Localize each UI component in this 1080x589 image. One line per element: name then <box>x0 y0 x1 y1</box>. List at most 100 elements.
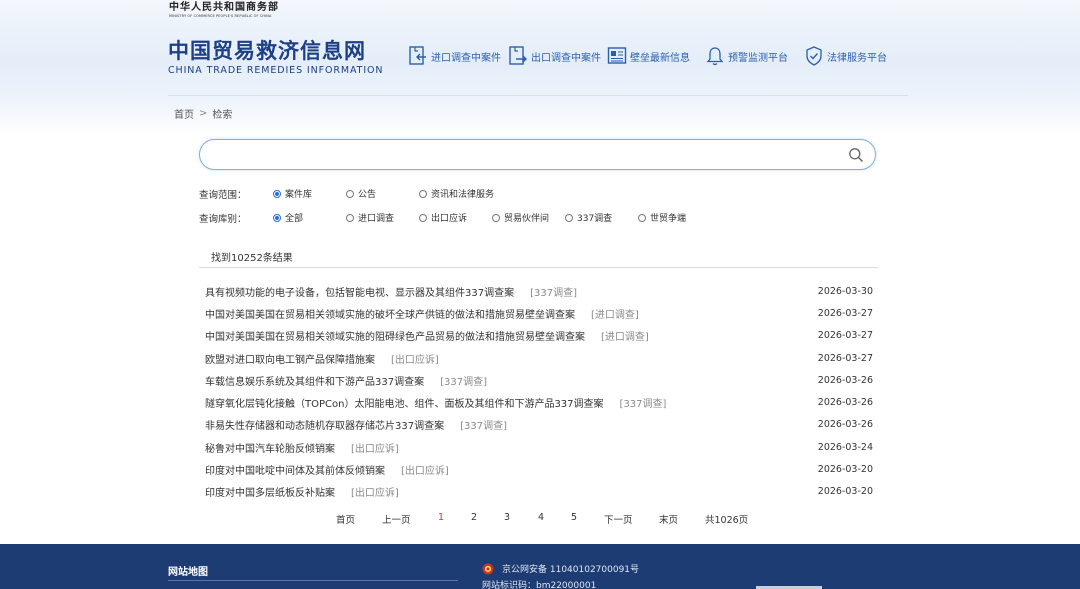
search-icon[interactable] <box>848 147 864 163</box>
category-option-wto[interactable]: 世贸争端 <box>638 211 686 224</box>
result-title[interactable]: 中国对美国美国在贸易相关领域实施的阻碍绿色产品贸易的做法和措施贸易壁垒调查案 <box>205 328 585 343</box>
category-label: 查询库别： <box>199 214 247 225</box>
site-logo-cn: 中国贸易救济信息网 <box>168 39 366 63</box>
radio[interactable] <box>419 213 427 222</box>
category-option-337[interactable]: 337调查 <box>565 211 612 224</box>
result-title[interactable]: 欧盟对进口取向电工钢产品保障措施案 <box>205 351 375 366</box>
police-record-text: 京公网安备 11040102700091号 <box>502 565 640 575</box>
pagination: 首页 上一页 1 2 3 4 5 下一页 末页 共1026页 <box>0 512 1080 526</box>
search-input[interactable] <box>214 145 834 165</box>
result-row[interactable]: 非易失性存储器和动态随机存取器存储芯片337调查案 [337调查] 2026-0… <box>205 414 873 436</box>
page-4[interactable]: 4 <box>538 512 544 523</box>
scope-option-label: 案件库 <box>285 190 313 200</box>
barrier-news-icon <box>607 47 627 64</box>
result-tag: [出口应诉] <box>391 354 439 366</box>
category-option-import[interactable]: 进口调查 <box>346 211 394 224</box>
result-list: 具有视频功能的电子设备，包括智能电视、显示器及其组件337调查案 [337调查]… <box>205 280 873 503</box>
result-count: 找到10252条结果 <box>211 253 293 264</box>
header-divider <box>168 95 908 96</box>
shield-check-icon <box>806 46 822 66</box>
result-title[interactable]: 隧穿氧化层钝化接触（TOPCon）太阳能电池、组件、面板及其组件和下游产品337… <box>205 395 604 410</box>
result-row[interactable]: 秘鲁对中国汽车轮胎反倾销案 [出口应诉] 2026-03-24 <box>205 436 873 458</box>
scope-label: 查询范围： <box>199 190 247 201</box>
category-option-label: 贸易伙伴间 <box>504 214 550 224</box>
footer-divider <box>168 580 458 581</box>
nav-legal-platform-label: 法律服务平台 <box>827 52 887 64</box>
site-id: 网站标识码：bm22000001 <box>482 581 597 589</box>
result-title[interactable]: 印度对中国多层纸板反补贴案 <box>205 484 335 499</box>
category-option-label: 出口应诉 <box>431 214 468 224</box>
page-2[interactable]: 2 <box>471 512 477 523</box>
page-total: 共1026页 <box>705 515 749 526</box>
ministry-logo[interactable]: 中华人民共和国商务部 MINISTRY OF COMMERCE PEOPLE'S… <box>169 2 289 19</box>
category-option-label: 全部 <box>285 214 304 224</box>
scope-option-notices[interactable]: 公告 <box>346 187 376 200</box>
category-option-label: 进口调查 <box>358 214 395 224</box>
result-title[interactable]: 具有视频功能的电子设备，包括智能电视、显示器及其组件337调查案 <box>205 284 514 299</box>
site-map-title[interactable]: 网站地图 <box>168 563 208 578</box>
nav-import-cases[interactable]: 进口调查中案件 <box>408 44 501 68</box>
nav-legal-platform[interactable]: 法律服务平台 <box>804 44 887 68</box>
nav-warning-platform[interactable]: 预警监测平台 <box>705 44 788 68</box>
page-next[interactable]: 下一页 <box>604 512 633 526</box>
radio[interactable] <box>638 213 646 222</box>
category-option-all[interactable]: 全部 <box>273 211 303 224</box>
radio[interactable] <box>346 213 354 222</box>
site-logo[interactable]: 中国贸易救济信息网 CHINA TRADE REMEDIES INFORMATI… <box>168 38 383 77</box>
result-tag: [337调查] <box>460 421 507 433</box>
breadcrumb-home[interactable]: 首页 <box>174 106 194 121</box>
result-row[interactable]: 隧穿氧化层钝化接触（TOPCon）太阳能电池、组件、面板及其组件和下游产品337… <box>205 391 873 413</box>
police-record[interactable]: 京公网安备 11040102700091号 <box>482 562 639 575</box>
result-row[interactable]: 印度对中国吡啶中间体及其前体反倾销案 [出口应诉] 2026-03-20 <box>205 458 873 480</box>
radio[interactable] <box>565 213 573 222</box>
category-option-label: 337调查 <box>577 214 613 224</box>
page-prev[interactable]: 上一页 <box>382 512 411 526</box>
result-row[interactable]: 中国对美国美国在贸易相关领域实施的破坏全球产供链的做法和措施贸易壁垒调查案 [进… <box>205 302 873 324</box>
nav-barrier-news[interactable]: 壁垒最新信息 <box>607 44 690 68</box>
scope-option-cases[interactable]: 案件库 <box>273 187 312 200</box>
page-1[interactable]: 1 <box>438 512 444 523</box>
breadcrumb: 首页 > 检索 <box>174 106 232 121</box>
result-tag: [进口调查] <box>601 332 649 344</box>
result-row[interactable]: 印度对中国多层纸板反补贴案 [出口应诉] 2026-03-20 <box>205 481 873 503</box>
result-title[interactable]: 非易失性存储器和动态随机存取器存储芯片337调查案 <box>205 417 444 432</box>
result-date: 2026-03-26 <box>817 397 873 409</box>
result-row[interactable]: 车载信息娱乐系统及其组件和下游产品337调查案 [337调查] 2026-03-… <box>205 369 873 391</box>
radio-checked[interactable] <box>273 189 281 198</box>
nav-export-cases-label: 出口调查中案件 <box>531 52 601 64</box>
page-3[interactable]: 3 <box>504 512 510 523</box>
page-last[interactable]: 末页 <box>659 512 678 526</box>
nav-warning-platform-label: 预警监测平台 <box>728 52 788 64</box>
scope-option-news-legal[interactable]: 资讯和法律服务 <box>419 187 494 200</box>
result-date: 2026-03-20 <box>817 486 873 498</box>
result-date: 2026-03-24 <box>817 441 873 453</box>
result-title[interactable]: 秘鲁对中国汽车轮胎反倾销案 <box>205 440 335 455</box>
result-row[interactable]: 具有视频功能的电子设备，包括智能电视、显示器及其组件337调查案 [337调查]… <box>205 280 873 302</box>
result-row[interactable]: 欧盟对进口取向电工钢产品保障措施案 [出口应诉] 2026-03-27 <box>205 347 873 369</box>
result-date: 2026-03-27 <box>817 352 873 364</box>
bell-icon <box>706 47 724 66</box>
export-case-icon <box>509 46 527 65</box>
radio[interactable] <box>492 213 500 222</box>
page-first[interactable]: 首页 <box>336 512 355 526</box>
radio[interactable] <box>346 189 354 198</box>
result-title[interactable]: 车载信息娱乐系统及其组件和下游产品337调查案 <box>205 373 424 388</box>
category-option-export[interactable]: 出口应诉 <box>419 211 467 224</box>
result-date: 2026-03-20 <box>817 464 873 476</box>
radio-checked[interactable] <box>273 213 281 222</box>
ministry-name-cn: 中华人民共和国商务部 <box>169 2 279 13</box>
nav-export-cases[interactable]: 出口调查中案件 <box>508 44 601 68</box>
result-date: 2026-03-26 <box>817 419 873 431</box>
result-tag: [出口应诉] <box>401 466 449 478</box>
result-title[interactable]: 中国对美国美国在贸易相关领域实施的破坏全球产供链的做法和措施贸易壁垒调查案 <box>205 306 575 321</box>
result-tag: [出口应诉] <box>351 488 399 500</box>
result-tag: [出口应诉] <box>351 443 399 455</box>
category-option-label: 世贸争端 <box>650 214 687 224</box>
category-option-partners[interactable]: 贸易伙伴间 <box>492 211 549 224</box>
result-row[interactable]: 中国对美国美国在贸易相关领域实施的阻碍绿色产品贸易的做法和措施贸易壁垒调查案 [… <box>205 325 873 347</box>
result-title[interactable]: 印度对中国吡啶中间体及其前体反倾销案 <box>205 462 385 477</box>
page-5[interactable]: 5 <box>571 512 577 523</box>
radio[interactable] <box>419 189 427 198</box>
result-tag: [337调查] <box>530 287 577 299</box>
footer: 网站地图 京公网安备 11040102700091号 网站标识码：bm22000… <box>0 544 1080 589</box>
